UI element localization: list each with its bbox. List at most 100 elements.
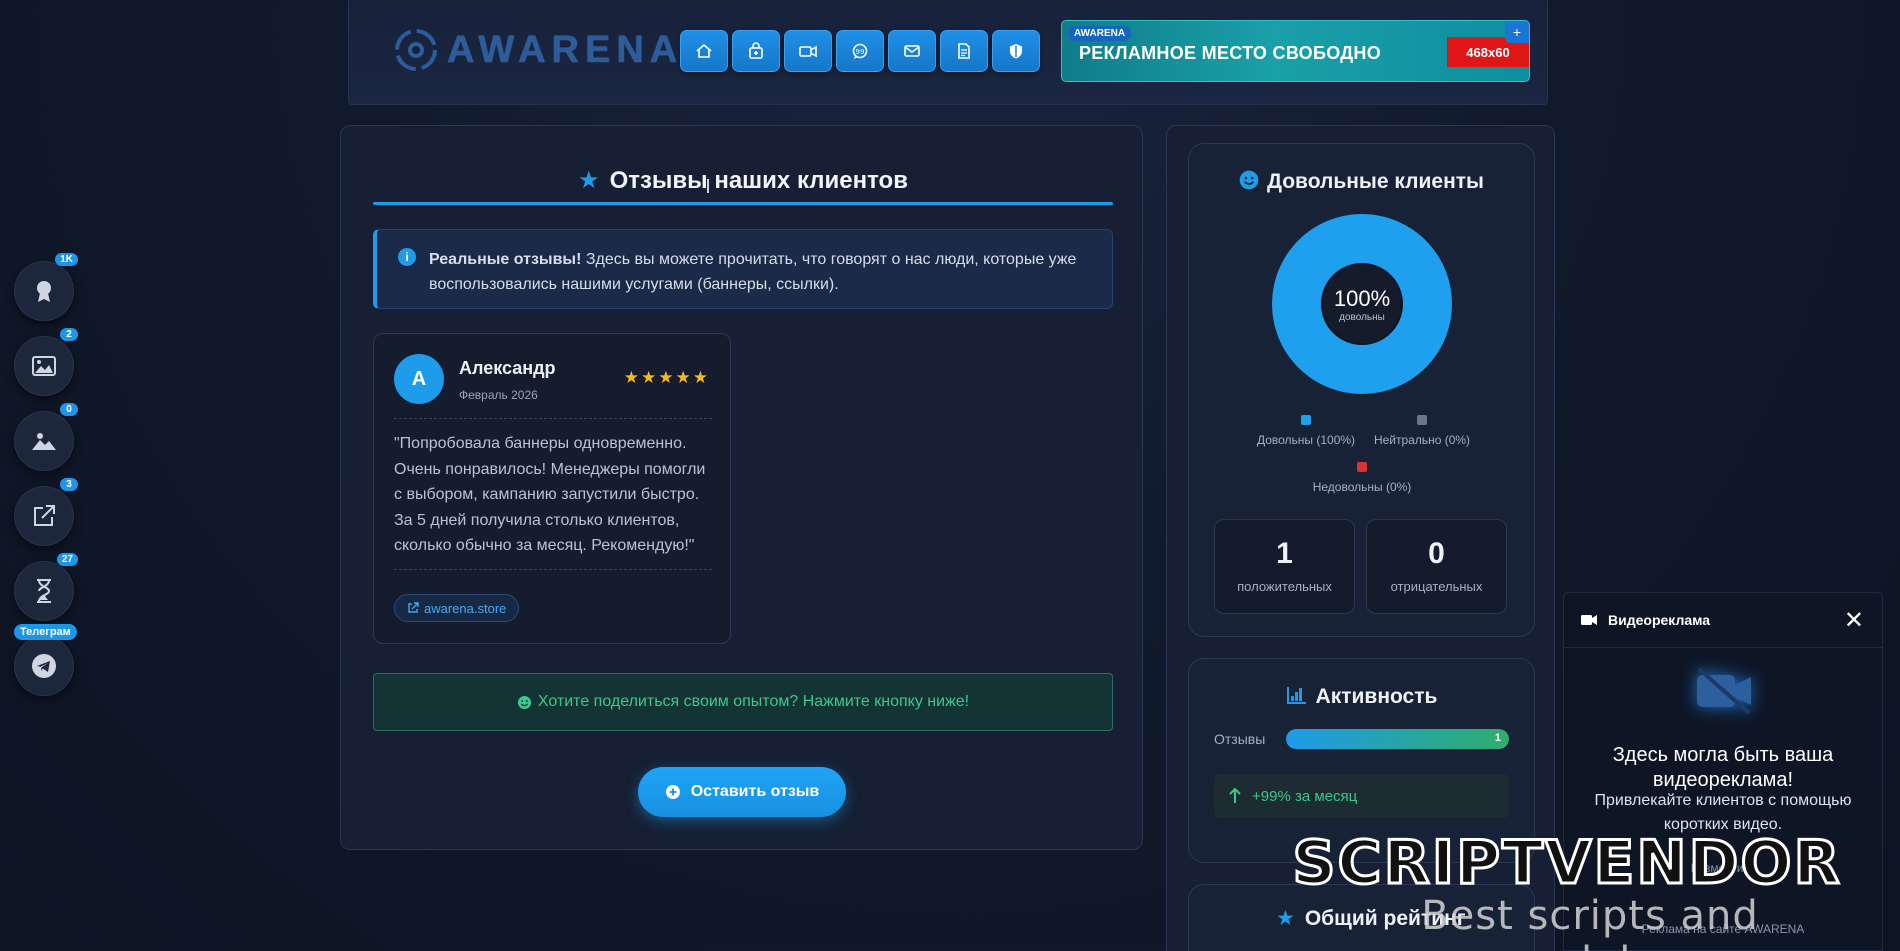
close-icon[interactable]: ✕	[1844, 606, 1864, 635]
leave-review-button[interactable]: Оставить отзыв	[638, 767, 846, 817]
legend-label: Недовольны (0%)	[1312, 480, 1412, 494]
rating-stars-icon: ★★★★★	[623, 368, 710, 387]
site-header: AWARENA 99 AWARENA РЕКЛАМНОЕ МЕСТО СВОБО…	[348, 0, 1548, 105]
review-date: Февраль 2026	[459, 388, 538, 402]
video-popup-title: Видеореклама	[1608, 612, 1711, 628]
logo[interactable]: AWARENA	[393, 27, 683, 73]
ad-banner-text: РЕКЛАМНОЕ МЕСТО СВОБОДНО	[1079, 43, 1382, 63]
legend-swatch	[1301, 415, 1311, 425]
telegram-icon	[32, 654, 56, 678]
divider	[394, 418, 712, 419]
satisfaction-title-text: Довольные клиенты	[1267, 170, 1484, 193]
share-text: Хотите поделиться своим опытом? Нажмите …	[537, 693, 970, 710]
positive-label: положительных	[1237, 579, 1332, 594]
donut-sub-label: довольны	[1339, 312, 1385, 323]
nav-document-button[interactable]	[940, 30, 988, 72]
video-camera-icon	[1581, 615, 1597, 625]
negative-label: отрицательных	[1390, 579, 1483, 594]
satisfaction-title: Довольные клиенты	[1189, 170, 1534, 194]
sidebar-badge: 0	[60, 403, 78, 416]
chat-icon: 99	[852, 43, 868, 59]
landscape-icon	[32, 433, 56, 450]
sidebar-badge: 1K	[55, 253, 78, 266]
sidebar-item-timer[interactable]: 27	[14, 553, 78, 621]
review-text: "Попробовала баннеры одновременно. Очень…	[394, 435, 706, 554]
legend-label: Нейтрально (0%)	[1373, 433, 1471, 447]
nav-chat-button[interactable]: 99	[836, 30, 884, 72]
info-bold-text: Реальные отзывы!	[429, 251, 582, 268]
legend-item-satisfied: Довольны (100%)	[1251, 415, 1361, 447]
sidebar-item-gallery[interactable]: 0	[14, 403, 78, 471]
video-camera-icon	[799, 45, 817, 58]
document-icon	[958, 43, 970, 59]
reviews-section: ★ Отзывы наших клиентов i Реальные отзывы…	[340, 125, 1143, 850]
avatar: А	[394, 354, 444, 404]
satisfaction-widget: Довольные клиенты 100% довольны Довольны…	[1188, 143, 1535, 637]
share-experience-notice: Хотите поделиться своим опытом? Нажмите …	[373, 673, 1113, 731]
external-link-icon	[408, 602, 419, 613]
shop-bag-icon	[749, 42, 763, 59]
ad-plus-button[interactable]: +	[1505, 21, 1529, 43]
divider	[394, 569, 712, 570]
reviewer-name: Александр	[459, 358, 556, 378]
star-icon: ★	[578, 167, 600, 194]
shield-icon	[1010, 44, 1022, 59]
ad-brand-tag: AWARENA	[1068, 26, 1132, 41]
info-notice: i Реальные отзывы! Здесь вы можете прочи…	[373, 229, 1113, 309]
legend-item-neutral: Нейтрально (0%)	[1367, 415, 1477, 447]
activity-bar-label: Отзывы	[1214, 731, 1266, 747]
header-ad-banner[interactable]: AWARENA РЕКЛАМНОЕ МЕСТО СВОБОДНО 468x60 …	[1061, 20, 1530, 82]
home-icon	[696, 43, 712, 58]
nav-shield-button[interactable]	[992, 30, 1040, 72]
logo-text: AWARENA	[447, 28, 684, 71]
sidebar-item-telegram[interactable]: Телеграм	[14, 624, 77, 696]
external-link-icon	[34, 505, 55, 526]
title-underline	[373, 202, 1113, 205]
growth-indicator: +99% за месяц	[1214, 774, 1509, 818]
smile-icon	[1239, 170, 1259, 190]
legend-swatch	[1417, 415, 1427, 425]
sidebar-telegram-label: Телеграм	[14, 624, 77, 640]
award-icon	[37, 281, 51, 302]
video-popup-header: Видеореклама	[1564, 593, 1882, 648]
sidebar-item-awards[interactable]: 1K	[14, 253, 78, 321]
star-icon: ★	[1276, 907, 1295, 930]
negative-count: 0	[1428, 537, 1445, 570]
nav-home-button[interactable]	[680, 30, 728, 72]
sidebar-badge: 2	[60, 328, 78, 341]
reviews-title: ★ Отзывы наших клиентов	[373, 166, 1113, 195]
top-nav: 99	[680, 30, 1040, 72]
nav-mail-button[interactable]	[888, 30, 936, 72]
legend-label: Довольны (100%)	[1256, 433, 1356, 447]
info-icon: i	[398, 248, 416, 266]
negative-count-box: 0 отрицательных	[1366, 519, 1507, 614]
growth-text: +99% за месяц	[1252, 787, 1358, 805]
nav-video-button[interactable]	[784, 30, 832, 72]
legend-swatch	[1357, 462, 1367, 472]
positive-count-box: 1 положительных	[1214, 519, 1355, 614]
review-card: А Александр Февраль 2026 ★★★★★ "Попробов…	[373, 333, 731, 644]
logo-mark-icon	[395, 29, 437, 71]
mail-icon	[904, 45, 920, 57]
sidebar-item-images[interactable]: 2	[14, 328, 78, 396]
nav-shop-button[interactable]	[732, 30, 780, 72]
svg-text:99: 99	[856, 48, 865, 56]
positive-count: 1	[1276, 537, 1293, 570]
review-site-link[interactable]: awarena.store	[394, 594, 520, 622]
arrow-up-icon	[1229, 787, 1241, 803]
sidebar-item-links[interactable]: 3	[14, 478, 78, 546]
image-icon	[32, 356, 56, 376]
review-link-text: awarena.store	[424, 600, 507, 616]
legend-item-unsatisfied: Недовольны (0%)	[1299, 462, 1425, 494]
activity-title: Активность	[1189, 685, 1534, 709]
activity-progress-bar: 1	[1286, 729, 1509, 749]
video-off-icon	[1697, 667, 1751, 715]
sidebar-badge: 3	[60, 478, 78, 491]
activity-title-text: Активность	[1315, 685, 1438, 708]
watermark-title: SCRIPTVENDOR	[1291, 827, 1842, 900]
sidebar-badge: 27	[56, 553, 78, 566]
reviews-title-text: Отзывы наших клиентов	[609, 167, 908, 194]
text-cursor	[707, 179, 709, 193]
plus-circle-icon	[665, 785, 680, 799]
video-popup-headline: Здесь могла быть ваша видеореклама!	[1612, 744, 1834, 791]
